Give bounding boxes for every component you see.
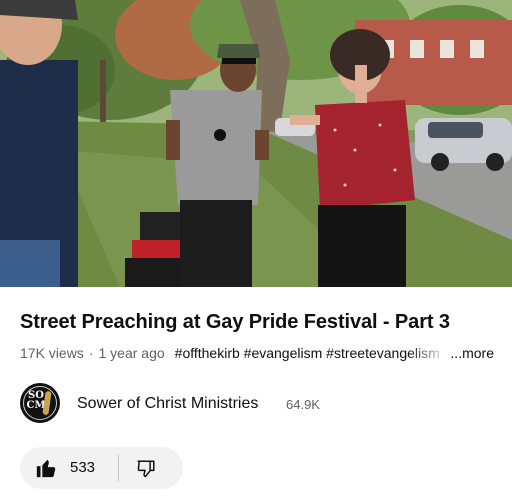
more-button[interactable]: ...more: [444, 344, 494, 362]
channel-name[interactable]: Sower of Christ Ministries: [77, 394, 258, 414]
like-dislike-pill: 533: [20, 447, 183, 489]
thumbs-down-outline-icon: [137, 460, 155, 478]
video-frame: [0, 0, 512, 287]
hashtags[interactable]: #offthekirb #evangelism #streetevangelis…: [175, 345, 440, 361]
upload-age: 1 year ago: [98, 345, 165, 361]
like-count: 533: [70, 459, 96, 476]
like-button[interactable]: 533: [20, 447, 118, 489]
video-player[interactable]: [0, 0, 512, 287]
thumbs-up-filled-icon: [36, 459, 56, 478]
dislike-button[interactable]: [119, 447, 183, 489]
channel-avatar[interactable]: SO CM: [20, 383, 60, 423]
meta-separator: ·: [88, 345, 94, 361]
channel-row[interactable]: SO CM Sower of Christ Ministries 64.9K: [20, 383, 490, 425]
view-count: 17K views: [20, 345, 84, 361]
meta-fade: [408, 344, 448, 362]
subscriber-count: 64.9K: [286, 397, 320, 412]
video-meta[interactable]: 17K views · 1 year ago #offthekirb #evangel…: [20, 344, 500, 362]
video-title: Street Preaching at Gay Pride Festival -…: [20, 311, 450, 333]
